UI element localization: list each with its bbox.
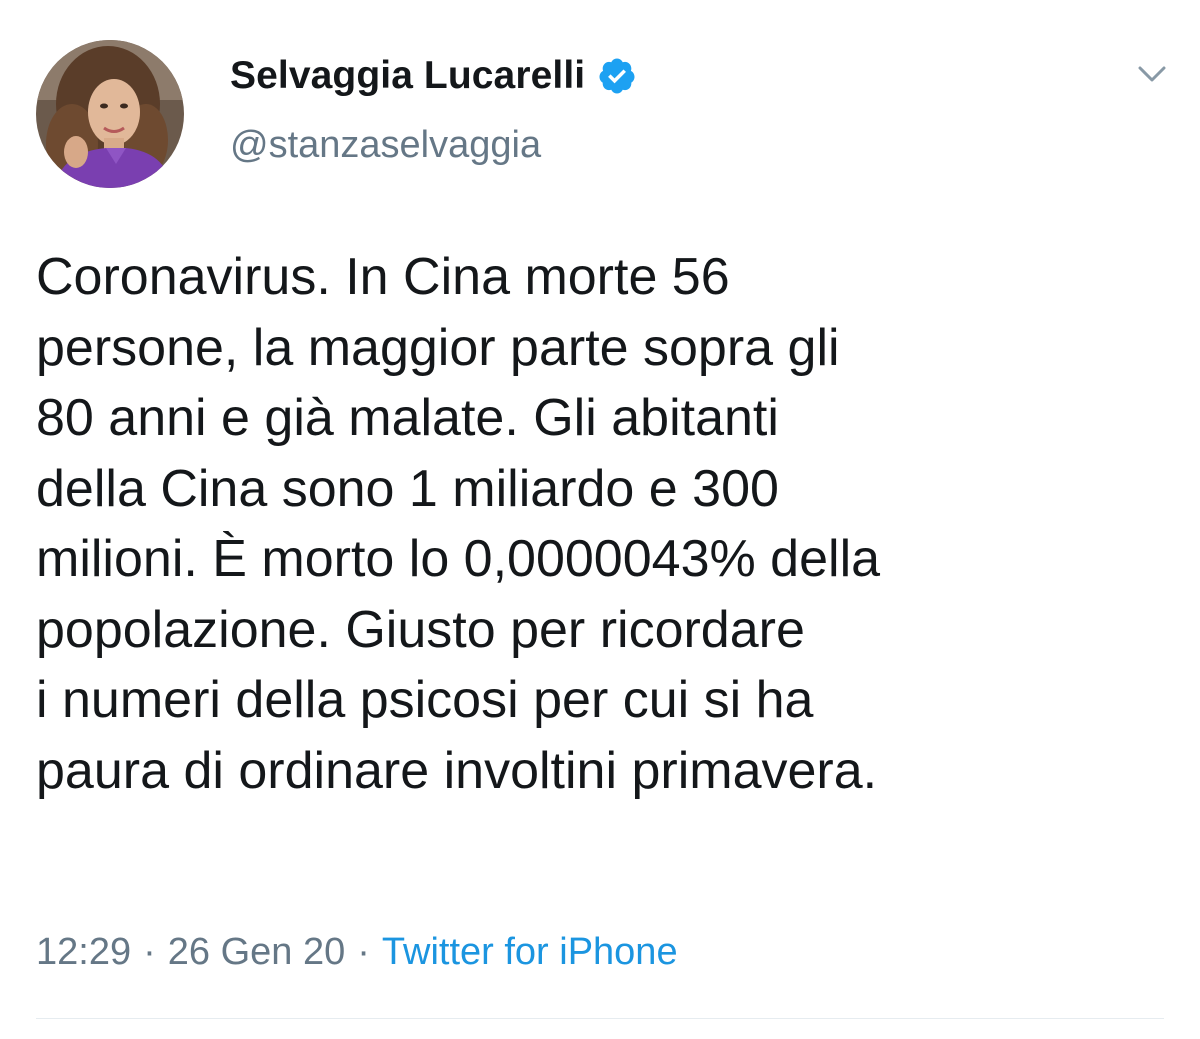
author-name[interactable]: Selvaggia Lucarelli — [230, 54, 585, 98]
chevron-down-icon[interactable] — [1130, 56, 1174, 92]
tweet-date[interactable]: 26 Gen 20 — [168, 931, 345, 974]
tweet-text: Coronavirus. In Cina morte 56 persone, l… — [36, 248, 881, 800]
tweet-source-link[interactable]: Twitter for iPhone — [382, 931, 678, 974]
tweet-time[interactable]: 12:29 — [36, 931, 131, 974]
separator: · — [357, 930, 370, 973]
author-name-row[interactable]: Selvaggia Lucarelli — [230, 48, 637, 104]
author-handle[interactable]: @stanzaselvaggia — [230, 124, 541, 167]
separator: · — [143, 930, 156, 973]
avatar[interactable] — [36, 40, 184, 188]
divider — [36, 1018, 1164, 1019]
verified-badge-icon — [597, 56, 637, 96]
avatar-image — [36, 40, 184, 188]
tweet-metadata: 12:29 · 26 Gen 20 · Twitter for iPhone — [36, 922, 678, 982]
